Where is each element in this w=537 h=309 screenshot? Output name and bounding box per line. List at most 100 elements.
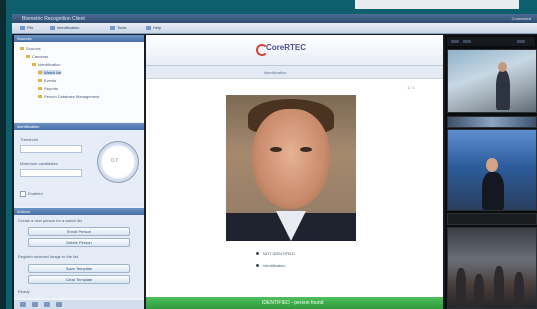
tree-item-cameras[interactable]: Cameras (26, 54, 48, 59)
video-toolbar (447, 37, 535, 46)
save-template-button[interactable]: Save Template (28, 264, 130, 273)
video-feed-3[interactable] (447, 227, 537, 309)
folder-icon (20, 47, 24, 51)
help-icon (146, 25, 151, 30)
delete-person-button[interactable]: Delete Person (28, 238, 130, 247)
play-icon[interactable] (451, 40, 459, 43)
identification-header: Identification (14, 123, 144, 130)
enroll-person-button[interactable]: Enroll Person (28, 227, 130, 236)
bullet-icon (256, 252, 259, 256)
bullet-icon (256, 264, 259, 268)
face-photo (226, 95, 356, 241)
video-person-head (486, 158, 498, 172)
logo-bar: CoreRTEC (146, 35, 443, 66)
action-hint: Register selected image to the list (18, 254, 79, 259)
actions-header: Actions (14, 208, 144, 215)
max-candidates-field[interactable] (20, 169, 82, 177)
enabled-checkbox[interactable]: Enabled (20, 191, 43, 197)
toolbar-item-file[interactable]: File (20, 25, 33, 30)
video-feed-1[interactable] (447, 49, 537, 113)
tree-item-events[interactable]: Events (38, 78, 56, 83)
tree-item-label: Sources (26, 46, 41, 51)
folder-icon (38, 87, 42, 91)
monitor-screen: Biometric Recognition Client Connected F… (12, 14, 537, 309)
subtitle-bar: Identification (146, 66, 443, 79)
background-light-strip (355, 0, 519, 9)
status-line-2: Identification (256, 263, 285, 268)
threshold-dial[interactable]: 0.7 (97, 141, 139, 183)
camera-icon[interactable] (32, 302, 38, 307)
video-person (494, 266, 504, 306)
window-titlebar[interactable]: Biometric Recognition Client Connected (12, 14, 537, 23)
tree-item-label: Reports (44, 86, 59, 91)
video-person (456, 268, 466, 308)
source-tree: Sources Cameras Identification Watch lis… (14, 42, 144, 122)
toolbar-item-help[interactable]: Help (146, 25, 161, 30)
left-panel: Sources Sources Cameras Identification W… (14, 35, 144, 309)
logo-text: CoreRTEC (266, 43, 307, 52)
bottom-toolbar (14, 300, 144, 309)
checkbox-icon (20, 191, 26, 197)
max-candidates-label: Maximum candidates (20, 161, 58, 166)
window-status: Connected (511, 16, 531, 21)
dial-value: 0.7 (111, 158, 118, 164)
subtitle: Identification (264, 70, 287, 75)
settings-icon[interactable] (56, 302, 62, 307)
folder-icon (38, 95, 42, 99)
action-hint: Create a new person for a watch list (18, 218, 82, 223)
tree-header: Sources (14, 35, 144, 42)
person-icon[interactable] (44, 302, 50, 307)
result-banner: IDENTIFIED - person found (146, 297, 443, 309)
toolbar-item-identification[interactable]: Identification (50, 25, 79, 30)
window-title: Biometric Recognition Client (22, 16, 85, 22)
tree-item-label: Person Database Management (44, 94, 100, 99)
video-person (496, 70, 510, 110)
toolbar-label: Help (153, 25, 162, 30)
tree-item-label: Watch list (44, 70, 62, 75)
threshold-field[interactable] (20, 145, 82, 153)
toolbar-item-tools[interactable]: Tools (110, 25, 126, 30)
status-line-1: NOT IDENTIFIED (256, 251, 295, 256)
layout-icon[interactable] (517, 40, 525, 43)
toolbar-label: Tools (117, 25, 127, 30)
video-feed-2[interactable] (447, 129, 537, 211)
background-edge (0, 0, 6, 309)
tree-item-watch-list[interactable]: Watch list (38, 70, 62, 75)
tree-item-sources[interactable]: Sources (20, 46, 41, 51)
video-person (474, 274, 484, 308)
tools-icon (110, 25, 115, 30)
main-view: CoreRTEC Identification 1 / 1 NOT IDENTI… (146, 35, 443, 309)
tree-item-label: Cameras (32, 54, 49, 59)
tree-item-reports[interactable]: Reports (38, 86, 58, 91)
toolbar-label: Identification (57, 25, 80, 30)
video-strip (445, 35, 537, 309)
pager[interactable]: 1 / 1 (407, 85, 415, 90)
video-person-head (498, 62, 507, 72)
tree-item-person-database[interactable]: Person Database Management (38, 94, 99, 99)
pause-icon[interactable] (463, 40, 471, 43)
video-feed-separator (447, 116, 537, 128)
identification-settings: Identification Threshold Maximum candida… (14, 123, 144, 207)
status-hint: Ready (18, 289, 30, 294)
home-icon[interactable] (20, 302, 26, 307)
toolbar-label: File (27, 25, 34, 30)
video-person (482, 172, 504, 210)
enabled-label: Enabled (28, 191, 43, 197)
clear-template-button[interactable]: Clear Template (28, 275, 130, 284)
tree-item-identification[interactable]: Identification (32, 62, 60, 67)
folder-icon (38, 71, 42, 75)
file-icon (20, 25, 25, 30)
identification-icon (50, 25, 55, 30)
tree-item-label: Events (44, 78, 57, 83)
video-feed-separator (447, 213, 537, 225)
result-content: 1 / 1 NOT IDENTIFIED Identification (146, 79, 443, 297)
photo-eye (270, 147, 282, 152)
folder-icon (38, 79, 42, 83)
folder-icon (32, 63, 36, 67)
actions-panel: Actions Create a new person for a watch … (14, 208, 144, 298)
result-banner-text: IDENTIFIED - person found (262, 300, 324, 306)
tree-item-label: Identification (38, 62, 61, 67)
threshold-label: Threshold (20, 137, 38, 142)
status-text: NOT IDENTIFIED (263, 251, 295, 256)
video-person (514, 272, 524, 308)
